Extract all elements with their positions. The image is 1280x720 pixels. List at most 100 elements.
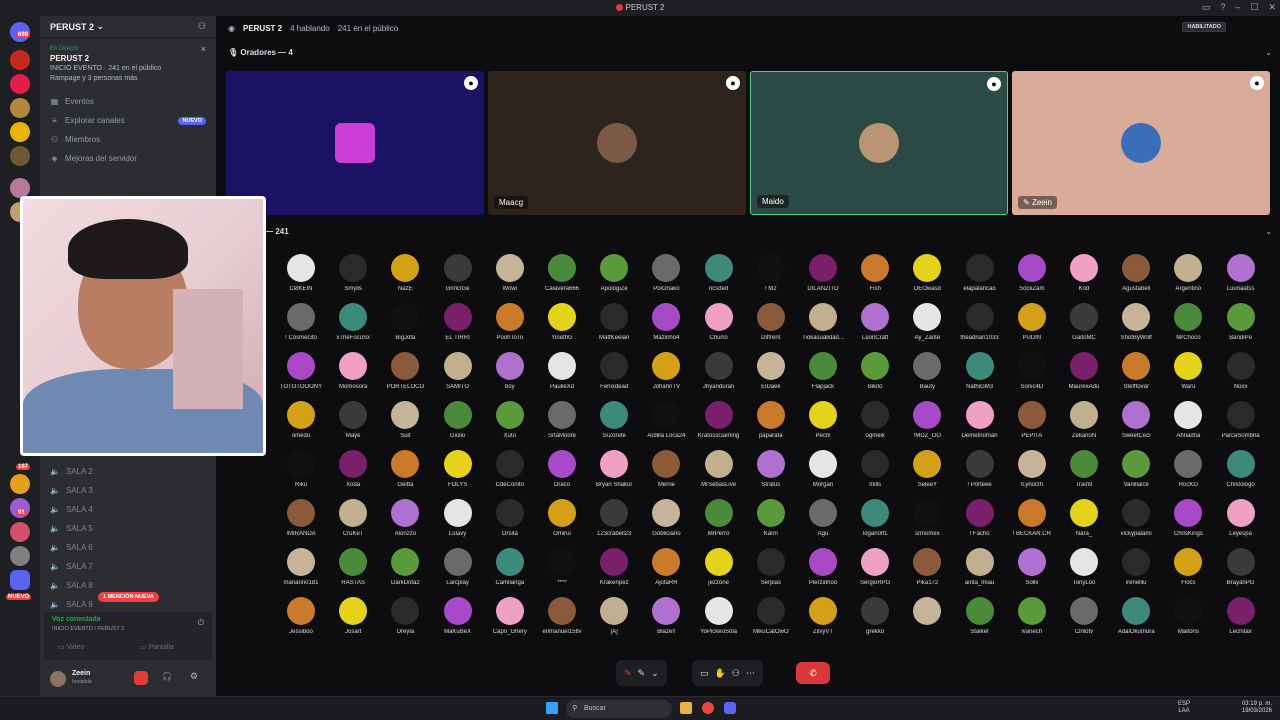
audience-member[interactable]: SweetCeci bbox=[1113, 401, 1159, 439]
audience-member[interactable]: Vanillalce bbox=[1113, 450, 1159, 488]
server-icon[interactable] bbox=[10, 74, 30, 94]
audience-member[interactable]: Dreyla bbox=[382, 597, 428, 635]
file-explorer-icon[interactable] bbox=[680, 702, 692, 714]
screen-button[interactable]: ▭ Pantalla bbox=[140, 643, 174, 651]
audience-member[interactable]: KratossGaming bbox=[696, 401, 742, 439]
server-header[interactable]: PERUST 2 ⌄ ⚇ bbox=[40, 16, 216, 38]
close-button[interactable]: ✕ bbox=[1268, 2, 1276, 13]
audience-member[interactable]: Larcplay bbox=[435, 548, 481, 586]
audience-member[interactable]: ! Facho bbox=[957, 499, 1003, 537]
audience-member[interactable]: ! Cosmecito bbox=[278, 303, 324, 341]
audience-member[interactable]: Orsita bbox=[487, 499, 533, 537]
audience-member[interactable]: SockZam bbox=[1009, 254, 1055, 292]
headset-icon[interactable]: 🎧 bbox=[162, 672, 172, 681]
audience-member[interactable]: GaitoMC bbox=[1061, 303, 1107, 341]
audience-member[interactable]: airita_miau bbox=[957, 548, 1003, 586]
audience-member[interactable]: Omirui bbox=[539, 499, 585, 537]
audience-member[interactable]: Cirilotv bbox=[1061, 597, 1107, 635]
channel-sala-6[interactable]: 🔈 SALA 6 bbox=[50, 538, 210, 557]
audience-member[interactable]: Bikito bbox=[852, 352, 898, 390]
screen-share-icon[interactable]: ▭ bbox=[700, 668, 709, 679]
close-icon[interactable]: × bbox=[201, 44, 206, 54]
audience-member[interactable]: MrSebasLive bbox=[696, 450, 742, 488]
audience-member[interactable]: Xuto bbox=[487, 401, 533, 439]
channel-sala-7[interactable]: 🔈 SALA 7 bbox=[50, 557, 210, 576]
server-icon[interactable] bbox=[10, 98, 30, 118]
audience-member[interactable]: ZilvyVT bbox=[800, 597, 846, 635]
server-icon[interactable] bbox=[10, 546, 30, 566]
audience-member[interactable]: PoohToTo bbox=[487, 303, 533, 341]
audience-member[interactable]: 123crabell23 bbox=[591, 499, 637, 537]
audience-member[interactable]: YoPickeoSola bbox=[696, 597, 742, 635]
nav-item-members[interactable]: ⚇ Miembros bbox=[50, 130, 206, 149]
audience-member[interactable]: xTheFocuSx bbox=[330, 303, 376, 341]
audience-member[interactable]: Agustabell bbox=[1113, 254, 1159, 292]
audience-member[interactable]: BigJota bbox=[382, 303, 428, 341]
avatar[interactable] bbox=[50, 671, 66, 687]
audience-member[interactable]: Bauty bbox=[904, 352, 950, 390]
disconnect-button[interactable]: ✆ bbox=[796, 662, 830, 684]
audience-member[interactable]: Train9 bbox=[1061, 450, 1107, 488]
audience-member[interactable]: Serpias bbox=[748, 548, 794, 586]
audience-member[interactable]: Merrie bbox=[643, 450, 689, 488]
audience-member[interactable]: Stefftovar bbox=[1113, 352, 1159, 390]
audience-member[interactable]: Karin bbox=[748, 499, 794, 537]
audience-member[interactable]: Alonzzo bbox=[382, 499, 428, 537]
speaker-tile[interactable]: Maacg ● bbox=[488, 71, 746, 215]
audience-member[interactable]: enmanuel15tlv bbox=[539, 597, 585, 635]
audience-member[interactable]: Lechitax bbox=[1218, 597, 1264, 635]
audience-member[interactable]: ElDaek bbox=[748, 352, 794, 390]
audience-member[interactable]: Maitons bbox=[1165, 597, 1211, 635]
audience-member[interactable]: irenelilu bbox=[1113, 548, 1159, 586]
audience-member[interactable]: Stalker bbox=[957, 597, 1003, 635]
audience-member[interactable]: Maye bbox=[330, 401, 376, 439]
audience-member[interactable]: MrChoco bbox=[1165, 303, 1211, 341]
server-icon[interactable] bbox=[10, 122, 30, 142]
channel-sala-2[interactable]: 🔈 SALA 2 bbox=[50, 462, 210, 481]
audience-member[interactable]: Krakenpez bbox=[591, 548, 637, 586]
audience-member[interactable]: Draco bbox=[539, 450, 585, 488]
more-icon[interactable]: ⋯ bbox=[746, 668, 755, 679]
audience-member[interactable]: Stratus bbox=[748, 450, 794, 488]
server-icon[interactable] bbox=[10, 474, 30, 494]
activity-icon[interactable]: ⚇ bbox=[732, 668, 740, 679]
audience-member[interactable]: Ay_Zarite bbox=[904, 303, 950, 341]
audience-member[interactable]: Pierzinhoo bbox=[800, 548, 846, 586]
audience-member[interactable]: Xoda bbox=[330, 450, 376, 488]
audience-member[interactable]: Jhyanduran bbox=[696, 352, 742, 390]
nav-item-browse[interactable]: ≡ Explorar canales NUEVO bbox=[50, 111, 206, 130]
speaker-menu-icon[interactable]: ● bbox=[987, 77, 1001, 91]
audience-member[interactable]: PEPITA bbox=[1009, 401, 1055, 439]
audience-member[interactable]: CdeConito bbox=[487, 450, 533, 488]
video-button[interactable]: ▭ Video bbox=[58, 643, 84, 651]
audience-member[interactable]: MaurexAdu bbox=[1061, 352, 1107, 390]
audience-member[interactable]: GrinGGe bbox=[435, 254, 481, 292]
audience-member[interactable]: Nara_ bbox=[1061, 499, 1107, 537]
channel-sala-3[interactable]: 🔈 SALA 3 bbox=[50, 481, 210, 500]
audience-member[interactable]: Demetrioman bbox=[957, 401, 1003, 439]
audience-member[interactable]: Wowi bbox=[487, 254, 533, 292]
audience-member[interactable] bbox=[904, 597, 950, 629]
hand-icon[interactable]: ✋ bbox=[715, 668, 726, 679]
audience-member[interactable]: Sonic4D bbox=[1009, 352, 1055, 390]
audience-member[interactable]: TOTOTOOONY bbox=[278, 352, 324, 390]
windows-start-icon[interactable] bbox=[546, 702, 558, 714]
audience-member[interactable]: BrayanPG bbox=[1218, 548, 1264, 586]
audience-member[interactable]: Riku bbox=[278, 450, 324, 488]
speaker-tile[interactable]: ● bbox=[226, 71, 484, 215]
audience-member[interactable]: ParcaSombria bbox=[1218, 401, 1264, 439]
audience-member[interactable]: ! M2 bbox=[748, 254, 794, 292]
audience-member[interactable]: Ahriadna bbox=[1165, 401, 1211, 439]
audience-member[interactable]: NazE bbox=[382, 254, 428, 292]
audience-member[interactable]: Giulio bbox=[435, 401, 481, 439]
audience-member[interactable]: omedu bbox=[278, 401, 324, 439]
disconnect-icon[interactable]: ⏻ bbox=[198, 618, 204, 628]
gear-icon[interactable]: ⚙ bbox=[190, 671, 198, 682]
audience-member[interactable]: SergioRPG bbox=[852, 548, 898, 586]
audience-member[interactable]: Fish bbox=[852, 254, 898, 292]
audience-member[interactable]: ShotByWolf bbox=[1113, 303, 1159, 341]
audience-member[interactable]: EL TIRRI bbox=[435, 303, 481, 341]
server-icon[interactable] bbox=[10, 522, 30, 542]
audience-member[interactable]: Luunaatss bbox=[1218, 254, 1264, 292]
audience-member[interactable]: Noxx bbox=[1218, 352, 1264, 390]
